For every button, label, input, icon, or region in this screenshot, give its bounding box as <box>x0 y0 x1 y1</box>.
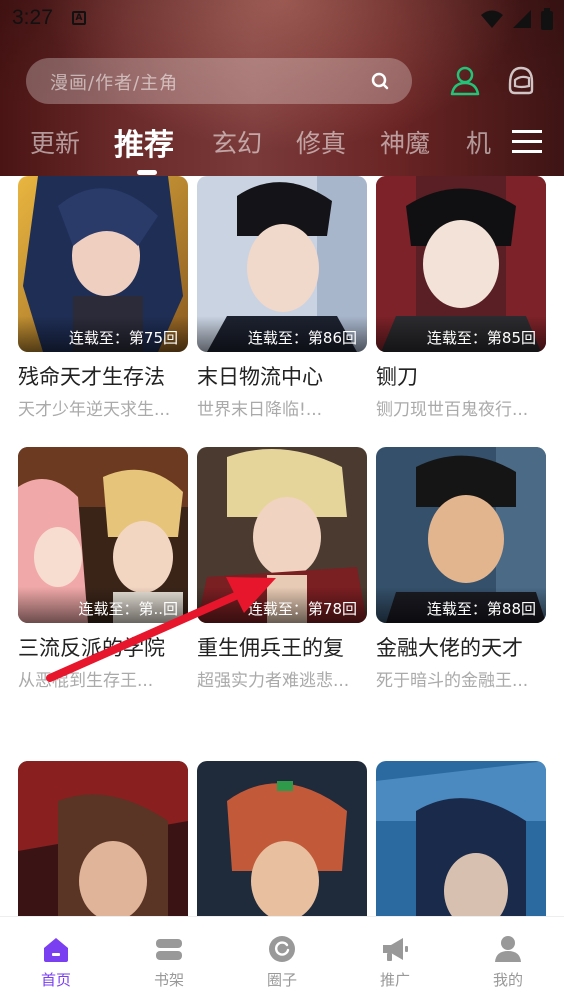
status-right <box>480 8 554 30</box>
comic-card[interactable] <box>376 761 546 916</box>
episode-text: 连载至：第78回 <box>247 600 357 618</box>
bottom-nav: 首页 书架 圈子 推广 我的 <box>0 916 564 1002</box>
nav-promote-label: 推广 <box>379 971 410 989</box>
search-placeholder: 漫画/作者/主角 <box>50 73 179 94</box>
nav-promote[interactable]: 推广 <box>339 917 451 1002</box>
status-time: 3:27 <box>12 6 53 29</box>
megaphone-icon <box>383 938 408 961</box>
tab-xuanhuan[interactable]: 玄幻 <box>212 124 262 160</box>
comic-title: 三流反派的学院 <box>18 636 165 660</box>
comic-title: 末日物流中心 <box>197 365 323 389</box>
comic-desc: 天才少年逆天求生... <box>18 400 171 420</box>
comic-cover[interactable]: 连载至：第75回 <box>18 176 188 352</box>
comic-card[interactable]: 连载至：第75回 残命天才生存法 天才少年逆天求生... <box>18 176 188 422</box>
search-icon[interactable] <box>370 71 390 91</box>
comic-cover[interactable]: 连载至：第..回 <box>18 447 188 623</box>
header: 3:27 A 漫画/作者/主角 更新 推荐 玄幻 修真 神魔 机 <box>0 0 564 176</box>
episode-badge: 连载至：第..回 <box>18 587 188 623</box>
comic-card[interactable]: 连载至：第85回 铡刀 铡刀现世百鬼夜行... <box>376 176 546 422</box>
comic-cover[interactable]: 连载至：第88回 <box>376 447 546 623</box>
comic-title: 金融大佬的天才 <box>376 636 523 660</box>
category-tabs: 更新 推荐 玄幻 修真 神魔 机 <box>0 118 564 175</box>
comic-card[interactable]: 连载至：第78回 重生佣兵王的复 超强实力者难逃悲... <box>197 447 367 693</box>
cover-art <box>376 761 546 916</box>
home-icon <box>44 938 68 962</box>
bookshelf-icon <box>156 939 182 960</box>
comic-cover[interactable] <box>376 761 546 916</box>
comic-cover[interactable]: 连载至：第85回 <box>376 176 546 352</box>
episode-text: 连载至：第85回 <box>426 329 536 347</box>
comic-card[interactable]: 连载至：第86回 末日物流中心 世界末日降临!... <box>197 176 367 422</box>
comic-desc: 死于暗斗的金融王... <box>376 671 529 691</box>
menu-icon[interactable] <box>512 128 542 156</box>
comic-desc: 从恶棍到生存王... <box>18 671 154 691</box>
episode-badge: 连载至：第86回 <box>197 316 367 352</box>
nav-circle-label: 圈子 <box>266 971 297 989</box>
tab-indicator <box>137 170 157 175</box>
tab-ji[interactable]: 机 <box>466 124 491 160</box>
nav-circle[interactable]: 圈子 <box>226 917 338 1002</box>
comic-card[interactable] <box>197 761 367 916</box>
comic-cover[interactable]: 连载至：第78回 <box>197 447 367 623</box>
nav-profile-label: 我的 <box>492 971 523 989</box>
battery-icon <box>541 8 553 30</box>
comic-desc: 世界末日降临!... <box>197 400 323 420</box>
helmet-icon[interactable] <box>505 64 537 96</box>
episode-text: 连载至：第75回 <box>68 329 178 347</box>
nav-profile[interactable]: 我的 <box>452 917 564 1002</box>
accessibility-a-icon: A <box>72 11 86 25</box>
comic-card[interactable] <box>18 761 188 916</box>
episode-text: 连载至：第88回 <box>426 600 536 618</box>
nav-home-label: 首页 <box>40 971 71 989</box>
tab-recommend[interactable]: 推荐 <box>114 120 174 164</box>
nav-bookshelf[interactable]: 书架 <box>113 917 225 1002</box>
nav-home[interactable]: 首页 <box>0 917 112 1002</box>
comic-card[interactable]: 连载至：第88回 金融大佬的天才 死于暗斗的金融王... <box>376 447 546 693</box>
episode-badge: 连载至：第85回 <box>376 316 546 352</box>
comic-cover[interactable]: 连载至：第86回 <box>197 176 367 352</box>
comic-card[interactable]: 连载至：第..回 三流反派的学院 从恶棍到生存王... <box>18 447 188 693</box>
comic-grid: 连载至：第75回 残命天才生存法 天才少年逆天求生... 连载至：第86回 末日… <box>0 176 564 916</box>
comic-cover[interactable] <box>197 761 367 916</box>
user-icon[interactable] <box>449 64 481 96</box>
episode-badge: 连载至：第88回 <box>376 587 546 623</box>
comic-desc: 铡刀现世百鬼夜行... <box>376 400 529 420</box>
comic-title: 铡刀 <box>376 365 418 389</box>
comic-desc: 超强实力者难逃悲... <box>197 671 350 691</box>
status-bar: 3:27 A <box>0 0 564 40</box>
episode-badge: 连载至：第78回 <box>197 587 367 623</box>
circle-icon <box>269 936 295 962</box>
comic-title: 残命天才生存法 <box>18 365 165 389</box>
cover-art <box>197 761 367 916</box>
comic-cover[interactable] <box>18 761 188 916</box>
tab-xiuzhen[interactable]: 修真 <box>296 124 346 160</box>
tab-shenmo[interactable]: 神魔 <box>380 124 430 160</box>
wifi-icon <box>481 10 503 28</box>
episode-text: 连载至：第86回 <box>247 329 357 347</box>
search-input[interactable]: 漫画/作者/主角 <box>26 58 412 104</box>
episode-text: 连载至：第..回 <box>78 600 178 618</box>
profile-icon <box>495 936 521 962</box>
signal-icon <box>513 10 531 28</box>
episode-badge: 连载至：第75回 <box>18 316 188 352</box>
tab-update[interactable]: 更新 <box>30 124 80 160</box>
nav-bookshelf-label: 书架 <box>153 971 184 989</box>
comic-title: 重生佣兵王的复 <box>197 636 344 660</box>
cover-art <box>18 761 188 916</box>
